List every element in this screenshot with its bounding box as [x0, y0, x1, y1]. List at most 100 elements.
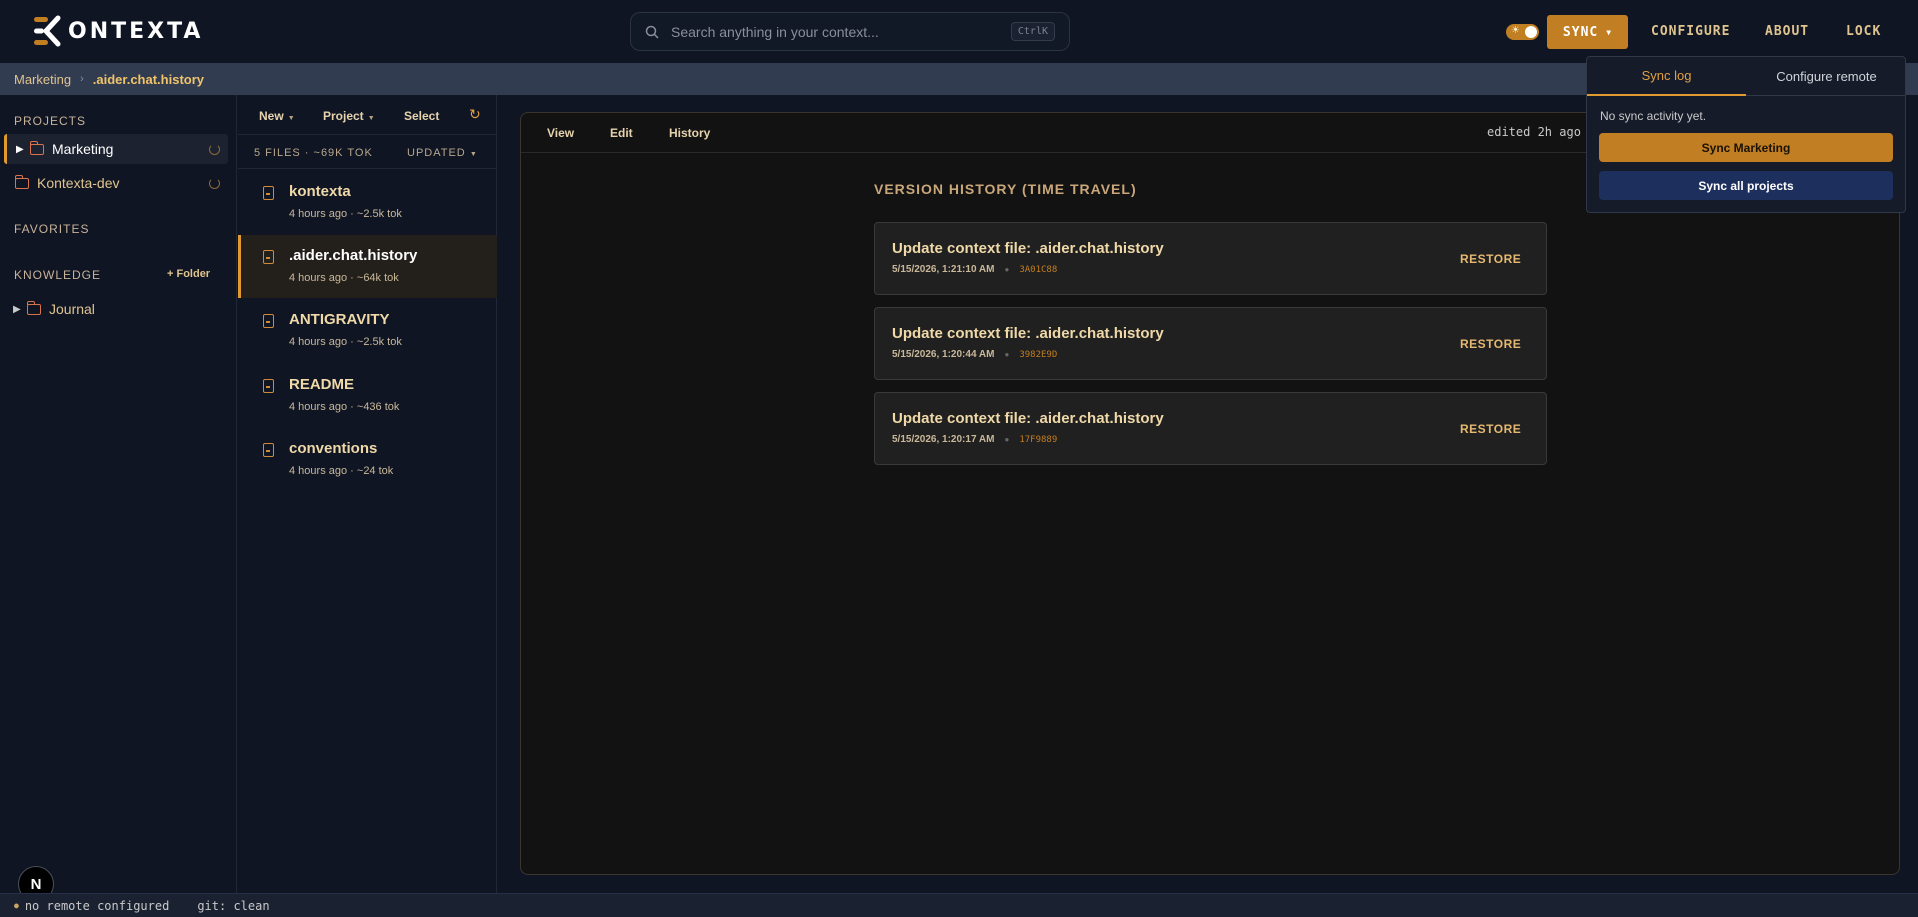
- file-item-readme[interactable]: README 4 hours ago · ~436 tok: [238, 364, 497, 427]
- tab-edit[interactable]: Edit: [610, 126, 633, 140]
- search-shortcut-hint: CtrlK: [1010, 22, 1055, 41]
- loading-spinner-icon: [209, 177, 220, 189]
- git-status: git: clean: [197, 898, 270, 913]
- sun-icon: ☀: [1511, 25, 1520, 36]
- refresh-icon[interactable]: ↻: [469, 106, 481, 123]
- restore-button[interactable]: RESTORE: [1460, 252, 1521, 266]
- sidebar-item-label: Marketing: [52, 141, 114, 157]
- file-list-panel: New ▼ Project ▼ Select ↻ 5 FILES · ~69K TO…: [238, 95, 497, 893]
- sidebar-item-journal[interactable]: ▶ Journal: [4, 294, 228, 324]
- new-file-button[interactable]: New ▼: [259, 109, 295, 123]
- dot-separator-icon: ●: [1004, 435, 1010, 444]
- file-icon: [263, 314, 274, 328]
- sidebar-item-marketing[interactable]: ▶ Marketing: [4, 134, 228, 164]
- file-name: ANTIGRAVITY: [289, 311, 390, 328]
- sync-button[interactable]: SYNC ▼: [1547, 15, 1628, 49]
- remote-status: no remote configured: [24, 898, 170, 913]
- version-title: Update context file: .aider.chat.history: [892, 410, 1164, 427]
- sync-project-button[interactable]: Sync Marketing: [1599, 133, 1893, 162]
- search-input[interactable]: Search anything in your context...: [671, 24, 1011, 40]
- version-title: Update context file: .aider.chat.history: [892, 240, 1164, 257]
- sync-button-label: SYNC: [1562, 24, 1599, 40]
- sync-dropdown: Sync log Configure remote No sync activi…: [1586, 56, 1906, 213]
- status-dot-icon: ●: [14, 901, 19, 910]
- about-link[interactable]: ABOUT: [1765, 24, 1809, 39]
- file-icon: [263, 379, 274, 393]
- loading-spinner-icon: [209, 143, 220, 155]
- tab-view[interactable]: View: [547, 126, 574, 140]
- file-meta: 4 hours ago · ~2.5k tok: [289, 336, 402, 348]
- file-tokens: · ~2.5k tok: [350, 336, 402, 348]
- expand-arrow-icon[interactable]: ▶: [13, 304, 27, 315]
- configure-link[interactable]: CONFIGURE: [1651, 24, 1730, 39]
- version-entry: Update context file: .aider.chat.history…: [874, 392, 1547, 465]
- chevron-down-icon: ▼: [1606, 27, 1613, 37]
- folder-icon: [26, 300, 41, 315]
- file-time: 4 hours ago: [289, 272, 348, 284]
- breadcrumb-file: .aider.chat.history: [92, 71, 205, 87]
- expand-arrow-icon[interactable]: ▶: [16, 144, 30, 155]
- file-icon: [263, 250, 274, 264]
- chevron-down-icon: ▼: [469, 151, 478, 158]
- chevron-down-icon: ▼: [367, 115, 375, 122]
- dev-tools-badge-label: N: [30, 875, 42, 893]
- file-item-conventions[interactable]: conventions 4 hours ago · ~24 tok: [238, 428, 497, 491]
- folder-icon: [29, 140, 44, 155]
- file-meta: 4 hours ago · ~24 tok: [289, 465, 393, 477]
- sort-label: UPDATED: [407, 147, 466, 159]
- file-tokens: · ~64k tok: [350, 272, 399, 284]
- file-name: conventions: [289, 440, 378, 457]
- file-item-kontexta[interactable]: kontexta 4 hours ago · ~2.5k tok: [238, 171, 497, 234]
- version-timestamp: 5/15/2026, 1:21:10 AM: [892, 264, 995, 275]
- select-button[interactable]: Select: [404, 109, 439, 123]
- new-file-label: New: [259, 109, 284, 123]
- sidebar-item-label: Journal: [49, 301, 95, 317]
- project-filter-label: Project: [323, 109, 364, 123]
- file-meta: 4 hours ago · ~436 tok: [289, 401, 399, 413]
- chevron-down-icon: ▼: [287, 115, 295, 122]
- dot-separator-icon: ●: [1004, 265, 1010, 274]
- version-title: Update context file: .aider.chat.history: [892, 325, 1164, 342]
- file-name: .aider.chat.history: [289, 247, 418, 264]
- status-bar: ● no remote configured git: clean: [0, 893, 1918, 917]
- sidebar: PROJECTS ▶ Marketing Kontexta-dev FAVORI…: [0, 95, 237, 893]
- file-item-aider-chat-history[interactable]: .aider.chat.history 4 hours ago · ~64k t…: [238, 235, 497, 298]
- add-folder-button[interactable]: + Folder: [167, 268, 210, 280]
- tab-history[interactable]: History: [669, 126, 710, 140]
- sync-all-button[interactable]: Sync all projects: [1599, 171, 1893, 200]
- version-meta: 5/15/2026, 1:20:44 AM ● 3982E9D: [892, 349, 1057, 360]
- version-hash: 3982E9D: [1019, 350, 1058, 360]
- version-meta: 5/15/2026, 1:20:17 AM ● 17F9889: [892, 434, 1057, 445]
- file-time: 4 hours ago: [289, 401, 348, 413]
- file-icon: [263, 186, 274, 200]
- sync-log-message: No sync activity yet.: [1600, 109, 1707, 123]
- sidebar-item-kontexta-dev[interactable]: Kontexta-dev: [4, 168, 228, 198]
- toggle-knob: [1525, 26, 1537, 38]
- tab-configure-remote[interactable]: Configure remote: [1747, 57, 1906, 96]
- file-item-antigravity[interactable]: ANTIGRAVITY 4 hours ago · ~2.5k tok: [238, 299, 497, 362]
- document-panel: View Edit History edited 2h ago VERSION …: [520, 112, 1900, 875]
- file-count: 5 FILES · ~69K TOK: [254, 147, 373, 159]
- file-name: README: [289, 376, 355, 393]
- favorites-heading: FAVORITES: [14, 222, 90, 236]
- knowledge-heading: KNOWLEDGE: [14, 268, 102, 282]
- sync-dropdown-tabs: Sync log Configure remote: [1587, 57, 1905, 96]
- breadcrumb-project[interactable]: Marketing: [14, 72, 71, 87]
- app-logo[interactable]: ONTEXTA: [34, 15, 203, 47]
- file-list-meta: 5 FILES · ~69K TOK UPDATED ▼: [238, 135, 497, 169]
- file-time: 4 hours ago: [289, 208, 348, 220]
- lock-link[interactable]: LOCK: [1846, 24, 1881, 39]
- restore-button[interactable]: RESTORE: [1460, 337, 1521, 351]
- theme-toggle[interactable]: ☀: [1506, 24, 1539, 40]
- restore-button[interactable]: RESTORE: [1460, 422, 1521, 436]
- file-icon: [263, 443, 274, 457]
- search-icon: [645, 25, 659, 39]
- file-tokens: · ~436 tok: [350, 401, 400, 413]
- tab-sync-log[interactable]: Sync log: [1587, 57, 1746, 96]
- version-hash: 17F9889: [1019, 435, 1058, 445]
- project-filter-button[interactable]: Project ▼: [323, 109, 375, 123]
- projects-heading: PROJECTS: [14, 114, 87, 128]
- sidebar-item-label: Kontexta-dev: [37, 175, 120, 191]
- search-box[interactable]: Search anything in your context... CtrlK: [630, 12, 1070, 51]
- sort-dropdown[interactable]: UPDATED ▼: [407, 147, 478, 159]
